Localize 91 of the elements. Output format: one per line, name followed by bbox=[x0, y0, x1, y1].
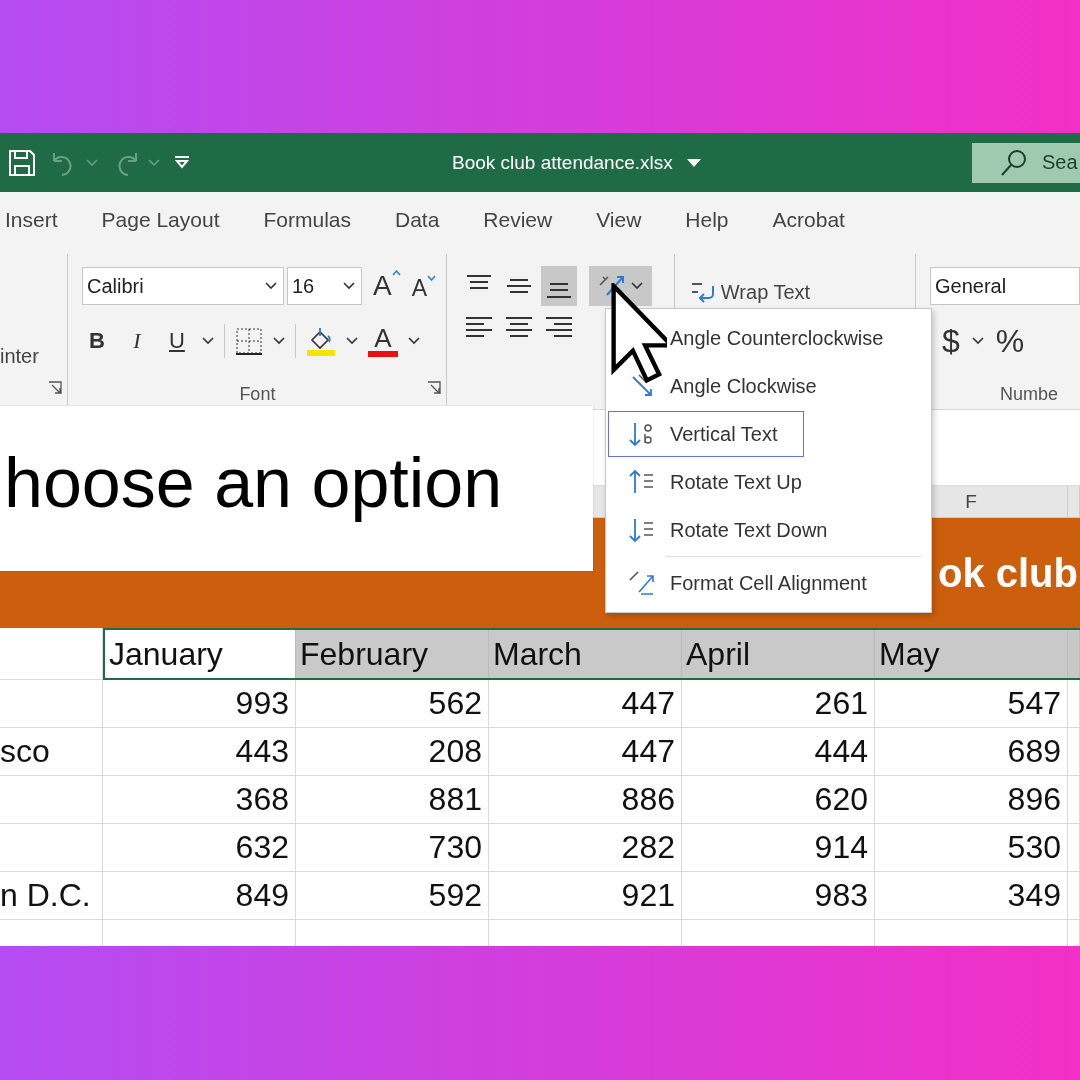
vertical-align-icon[interactable] bbox=[540, 266, 577, 306]
table-cell: sco bbox=[0, 728, 103, 776]
header-cell[interactable]: May bbox=[875, 630, 1068, 678]
customize-icon[interactable] bbox=[174, 155, 190, 170]
percent-button[interactable]: % bbox=[995, 322, 1025, 360]
menu-item[interactable]: Rotate Text Down bbox=[608, 507, 839, 553]
table-cell: 632 bbox=[103, 824, 296, 872]
table-cell bbox=[1068, 824, 1080, 872]
underline-button[interactable]: U bbox=[161, 324, 192, 358]
menu-item[interactable]: Angle Counterclockwise bbox=[608, 315, 895, 361]
table-cell: 261 bbox=[682, 680, 875, 728]
table-cell: 368 bbox=[103, 776, 296, 824]
table-cell: 921 bbox=[489, 872, 682, 920]
font-size-field[interactable]: 16 bbox=[286, 267, 362, 305]
table-cell: 443 bbox=[103, 728, 296, 776]
table-cell bbox=[1068, 872, 1080, 920]
table-cell: n D.C. bbox=[0, 872, 103, 920]
table-cell: 349 bbox=[875, 872, 1068, 920]
number-format-field[interactable]: General bbox=[930, 267, 1080, 305]
header-cell[interactable]: February bbox=[296, 630, 489, 678]
table-cell: 914 bbox=[682, 824, 875, 872]
table-cell: 983 bbox=[682, 872, 875, 920]
caret-icon[interactable] bbox=[407, 337, 420, 345]
grow-font-button[interactable]: A bbox=[372, 270, 401, 302]
ribbon-tab[interactable]: Page Layout bbox=[101, 208, 220, 232]
caret-icon[interactable] bbox=[264, 282, 277, 290]
table-cell bbox=[1068, 680, 1080, 728]
search-field[interactable]: Sea bbox=[972, 142, 1080, 183]
table-cell: 620 bbox=[682, 776, 875, 824]
table-cell: 881 bbox=[296, 776, 489, 824]
table-cell: 689 bbox=[875, 728, 1068, 776]
menu-item[interactable]: Angle Clockwise bbox=[608, 363, 828, 409]
ribbon-tab[interactable]: Data bbox=[395, 208, 440, 232]
caret-up-icon bbox=[391, 270, 401, 276]
caret-icon bbox=[631, 282, 644, 290]
caret-icon bbox=[426, 274, 436, 281]
caret-icon[interactable] bbox=[345, 337, 358, 345]
caret-icon[interactable] bbox=[971, 337, 984, 345]
font-name-field[interactable]: Calibri bbox=[81, 267, 284, 305]
table-cell: 993 bbox=[103, 680, 296, 728]
shrink-font-button[interactable]: A bbox=[411, 274, 436, 302]
header-cell[interactable]: March bbox=[489, 630, 682, 678]
table-cell: 447 bbox=[489, 680, 682, 728]
table-cell: 208 bbox=[296, 728, 489, 776]
table-cell bbox=[1068, 776, 1080, 824]
table-cell: 730 bbox=[296, 824, 489, 872]
table-cell: 592 bbox=[296, 872, 489, 920]
wrap-text-button[interactable]: Wrap Text bbox=[688, 272, 811, 312]
dialog-launcher-icon[interactable] bbox=[426, 381, 441, 395]
table-cell: 562 bbox=[296, 680, 489, 728]
menu-item[interactable]: Format Cell Alignment bbox=[608, 560, 878, 606]
italic-button[interactable]: I bbox=[121, 324, 152, 358]
window-title: Book club attendance.xlsx bbox=[452, 151, 673, 174]
table-cell: 849 bbox=[103, 872, 296, 920]
ribbon-tab[interactable]: Insert bbox=[5, 208, 58, 232]
caret-icon[interactable] bbox=[272, 337, 285, 345]
caret-icon[interactable] bbox=[201, 337, 214, 345]
ribbon-tab[interactable]: Acrobat bbox=[772, 208, 845, 232]
header-cell[interactable] bbox=[1068, 630, 1080, 678]
menu-item[interactable]: Rotate Text Up bbox=[608, 459, 813, 505]
dialog-launcher-icon[interactable] bbox=[47, 381, 62, 395]
save-icon[interactable] bbox=[8, 148, 36, 177]
font-color-button[interactable]: A bbox=[367, 325, 398, 357]
caption-text: hoose an option bbox=[4, 442, 503, 524]
caret-icon[interactable] bbox=[342, 282, 355, 290]
header-cell[interactable]: April bbox=[682, 630, 875, 678]
column-letter[interactable]: F bbox=[965, 490, 977, 513]
group-label: Numbe bbox=[1000, 384, 1059, 405]
caret-icon[interactable] bbox=[686, 158, 701, 167]
table-cell bbox=[1068, 728, 1080, 776]
search-icon bbox=[1000, 147, 1028, 178]
menu-item[interactable]: Vertical Text bbox=[608, 411, 804, 457]
table-cell: 886 bbox=[489, 776, 682, 824]
table-cell: 896 bbox=[875, 776, 1068, 824]
table-cell: 447 bbox=[489, 728, 682, 776]
ribbon-tab[interactable]: Formulas bbox=[263, 208, 351, 232]
ribbon-tab[interactable]: Help bbox=[685, 208, 729, 232]
table-cell: 444 bbox=[682, 728, 875, 776]
table-cell: 547 bbox=[875, 680, 1068, 728]
ribbon-tab[interactable]: Review bbox=[483, 208, 553, 232]
format-painter-label[interactable]: inter bbox=[0, 345, 39, 368]
bold-button[interactable]: B bbox=[81, 324, 112, 358]
table-cell: 530 bbox=[875, 824, 1068, 872]
table-cell: 282 bbox=[489, 824, 682, 872]
group-label: Font bbox=[238, 384, 277, 405]
borders-icon[interactable] bbox=[234, 327, 263, 355]
ribbon-tab[interactable]: View bbox=[596, 208, 642, 232]
currency-button[interactable]: $ bbox=[942, 322, 960, 360]
format-icon bbox=[627, 568, 657, 598]
banner-title: ok club bbox=[937, 550, 1078, 596]
fill-color-icon[interactable] bbox=[305, 326, 336, 356]
